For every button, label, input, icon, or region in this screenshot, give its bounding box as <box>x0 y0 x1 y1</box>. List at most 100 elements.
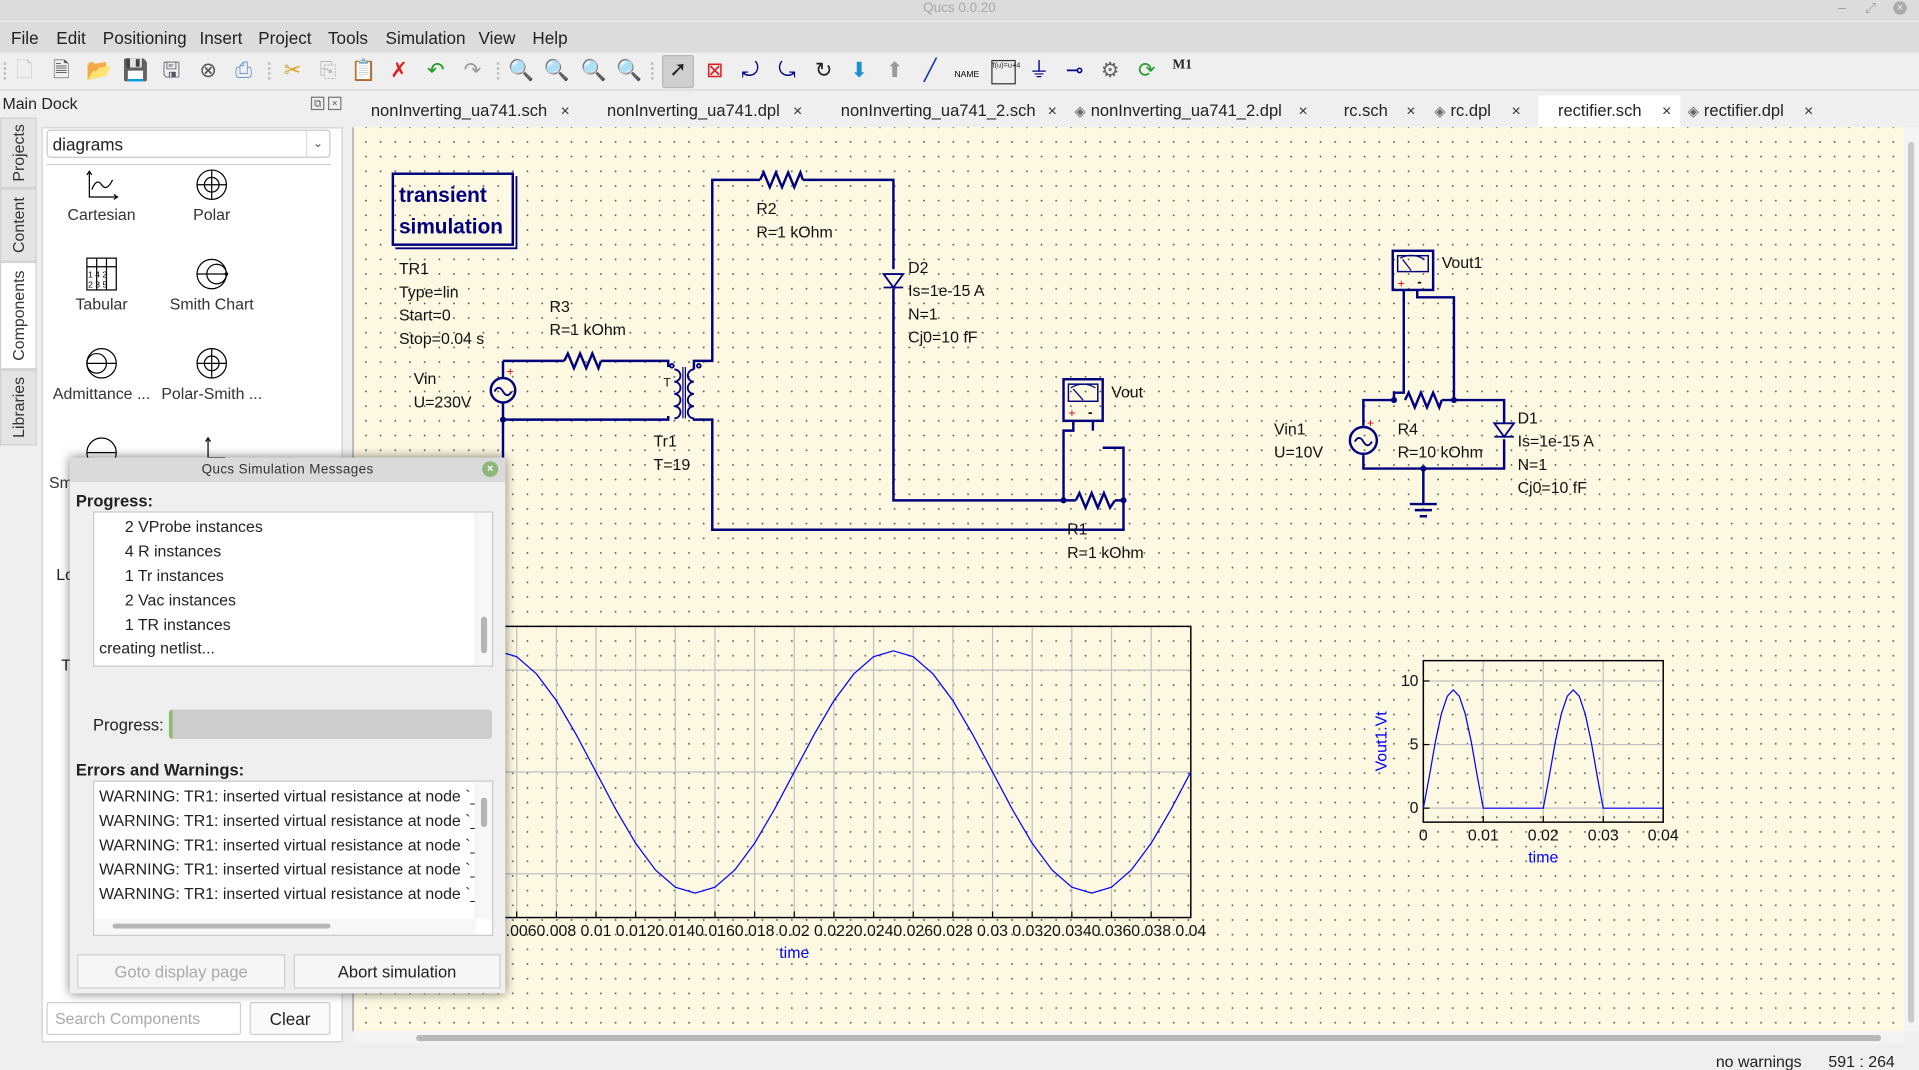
close-window-icon[interactable]: × <box>1893 1 1907 15</box>
save-all-icon[interactable]: 🖫 <box>157 57 186 84</box>
zoom-out-icon[interactable]: 🔍 <box>614 57 643 84</box>
ground-icon[interactable]: ⏚ <box>1024 57 1053 84</box>
tab-close-icon[interactable]: × <box>1299 95 1308 126</box>
abort-simulation-button[interactable]: Abort simulation <box>293 954 501 989</box>
component-admittance[interactable]: Admittance ... <box>47 346 157 402</box>
menu-view[interactable]: View <box>479 28 516 48</box>
tab-close-icon[interactable]: × <box>1406 95 1415 126</box>
undo-icon[interactable]: ↶ <box>421 57 450 84</box>
select-icon[interactable]: ➚ <box>662 55 694 89</box>
schematic-canvas[interactable]: + + + + -- transient simulation TR1 Type=li… <box>352 127 1906 1032</box>
dock-close-icon[interactable]: × <box>327 96 342 111</box>
transformer-tr1[interactable] <box>669 363 702 420</box>
diode-d1[interactable] <box>1492 422 1516 439</box>
maximize-icon[interactable]: ⤢ <box>1865 1 1876 17</box>
component-tabular[interactable]: 1 4 22 3 5 Tabular <box>47 257 157 313</box>
tab-noninverting-ua741-sch[interactable]: nonInverting_ua741.sch × <box>352 95 585 127</box>
deactivate-icon[interactable]: ⊠ <box>700 57 729 84</box>
menu-file[interactable]: File <box>11 28 39 48</box>
rotate-icon[interactable]: ↻ <box>809 57 838 84</box>
view-data-display-icon[interactable]: ⟳ <box>1132 57 1161 84</box>
cut-icon[interactable]: ✂ <box>278 57 307 84</box>
zoom-in-icon[interactable]: 🔍 <box>579 57 608 84</box>
tab-noninverting-ua741-dpl[interactable]: nonInverting_ua741.dpl × <box>585 95 818 127</box>
menu-help[interactable]: Help <box>532 28 567 48</box>
tab-close-icon[interactable]: × <box>1511 95 1520 126</box>
enter-subcircuit-icon[interactable]: ⬇ <box>844 57 873 84</box>
menu-tools[interactable]: Tools <box>328 28 368 48</box>
horizontal-scrollbar[interactable] <box>352 1031 1905 1044</box>
wire-icon[interactable]: ╱ <box>915 57 944 84</box>
scroll-thumb[interactable] <box>112 923 331 929</box>
zoom-fit-icon[interactable]: 🔍 <box>507 57 536 84</box>
vertical-scrollbar[interactable] <box>474 512 492 666</box>
tab-close-icon[interactable]: × <box>1804 95 1813 126</box>
copy-icon[interactable]: ⎘ <box>313 57 342 84</box>
tab-projects[interactable]: Projects <box>0 117 37 189</box>
scroll-thumb[interactable] <box>480 797 488 828</box>
tab-close-icon[interactable]: × <box>561 95 570 126</box>
clear-button[interactable]: Clear <box>249 1001 331 1035</box>
horizontal-scrollbar[interactable] <box>94 918 477 935</box>
search-input[interactable] <box>52 1008 242 1029</box>
tab-components[interactable]: Components <box>0 261 37 370</box>
resistor-r3[interactable] <box>563 350 603 372</box>
tab-rectifier-sch[interactable]: rectifier.sch × <box>1538 95 1681 128</box>
mirror-y-icon[interactable]: ⤿ <box>772 57 801 84</box>
vertical-scrollbar[interactable] <box>474 781 492 919</box>
resistor-r2[interactable] <box>758 169 805 191</box>
menu-positioning[interactable]: Positioning <box>103 28 187 48</box>
warnings-log[interactable]: WARNING: TR1: inserted virtual resistanc… <box>93 780 494 936</box>
tab-content[interactable]: Content <box>0 188 37 262</box>
tab-rc-dpl[interactable]: ◈ rc.dpl × <box>1434 95 1532 127</box>
tab-close-icon[interactable]: × <box>1048 95 1057 126</box>
menu-simulation[interactable]: Simulation <box>386 28 466 48</box>
save-icon[interactable]: 💾 <box>121 57 150 84</box>
minimize-icon[interactable]: – <box>1838 1 1845 16</box>
new-text-icon[interactable]: 🗎 <box>47 57 76 84</box>
redo-icon[interactable]: ↷ <box>458 57 487 84</box>
close-icon[interactable]: ⊗ <box>193 57 222 84</box>
open-icon[interactable]: 📂 <box>84 57 113 84</box>
simulate-gear-icon[interactable]: ⚙ <box>1095 57 1124 84</box>
scroll-thumb[interactable] <box>480 616 488 654</box>
tab-noninverting-ua741-2-dpl[interactable]: ◈ nonInverting_ua741_2.dpl × <box>1075 95 1320 127</box>
component-smith-chart[interactable]: Smith Chart <box>157 257 267 313</box>
menu-project[interactable]: Project <box>258 28 311 48</box>
chevron-down-icon[interactable]: ⌄ <box>305 130 329 157</box>
tab-libraries[interactable]: Libraries <box>0 369 37 446</box>
diode-d2[interactable] <box>881 273 906 290</box>
mirror-x-icon[interactable]: ⤾ <box>736 57 765 84</box>
tab-noninverting-ua741-2-sch[interactable]: nonInverting_ua741_2.sch × <box>824 95 1069 127</box>
zoom-1-1-icon[interactable]: 🔍 <box>542 57 571 84</box>
tab-close-icon[interactable]: × <box>793 95 802 126</box>
dock-float-icon[interactable]: ⧉ <box>310 96 325 111</box>
new-document-icon[interactable]: 🗋 <box>10 57 39 84</box>
component-polar-smith[interactable]: Polar-Smith ... <box>157 346 267 402</box>
resistor-r4[interactable] <box>1403 389 1443 411</box>
vertical-scrollbar[interactable] <box>1904 127 1919 1032</box>
category-select[interactable]: diagrams ⌄ <box>46 129 331 158</box>
resistor-r1[interactable] <box>1074 489 1116 511</box>
wire-label-icon[interactable]: NAME <box>952 57 981 84</box>
component-polar[interactable]: Polar <box>157 168 267 224</box>
print-icon[interactable]: ⎙ <box>229 57 258 84</box>
tab-close-icon[interactable]: × <box>1662 95 1671 126</box>
leave-subcircuit-icon[interactable]: ⬆ <box>880 57 909 84</box>
vout1-transient-diagram[interactable]: 0 0.01 0.02 0.03 0.04 0 5 10 time Vout1.Vt <box>1374 659 1679 867</box>
menu-insert[interactable]: Insert <box>199 28 242 48</box>
marker-icon[interactable]: M1 <box>1168 57 1197 84</box>
scroll-thumb[interactable] <box>416 1034 1882 1042</box>
equation-icon[interactable]: f(u)=u+4 <box>991 59 1020 85</box>
close-icon[interactable]: × <box>482 461 499 478</box>
menu-edit[interactable]: Edit <box>56 28 86 48</box>
component-cartesian[interactable]: Cartesian <box>47 168 157 224</box>
progress-log[interactable]: 2 VProbe instances 4 R instances 1 Tr in… <box>93 511 494 667</box>
port-icon[interactable]: ⊸ <box>1060 57 1089 84</box>
delete-icon[interactable]: ✗ <box>384 57 413 84</box>
tab-rectifier-dpl[interactable]: ◈ rectifier.dpl × <box>1688 95 1823 127</box>
goto-display-page-button[interactable]: Goto display page <box>77 954 286 989</box>
paste-icon[interactable]: 📋 <box>349 57 378 84</box>
vin-transient-diagram[interactable]: 00.0020.0040.0060.0080.010.0120.0140.016… <box>393 625 1206 962</box>
search-components-field[interactable] <box>46 1001 242 1035</box>
